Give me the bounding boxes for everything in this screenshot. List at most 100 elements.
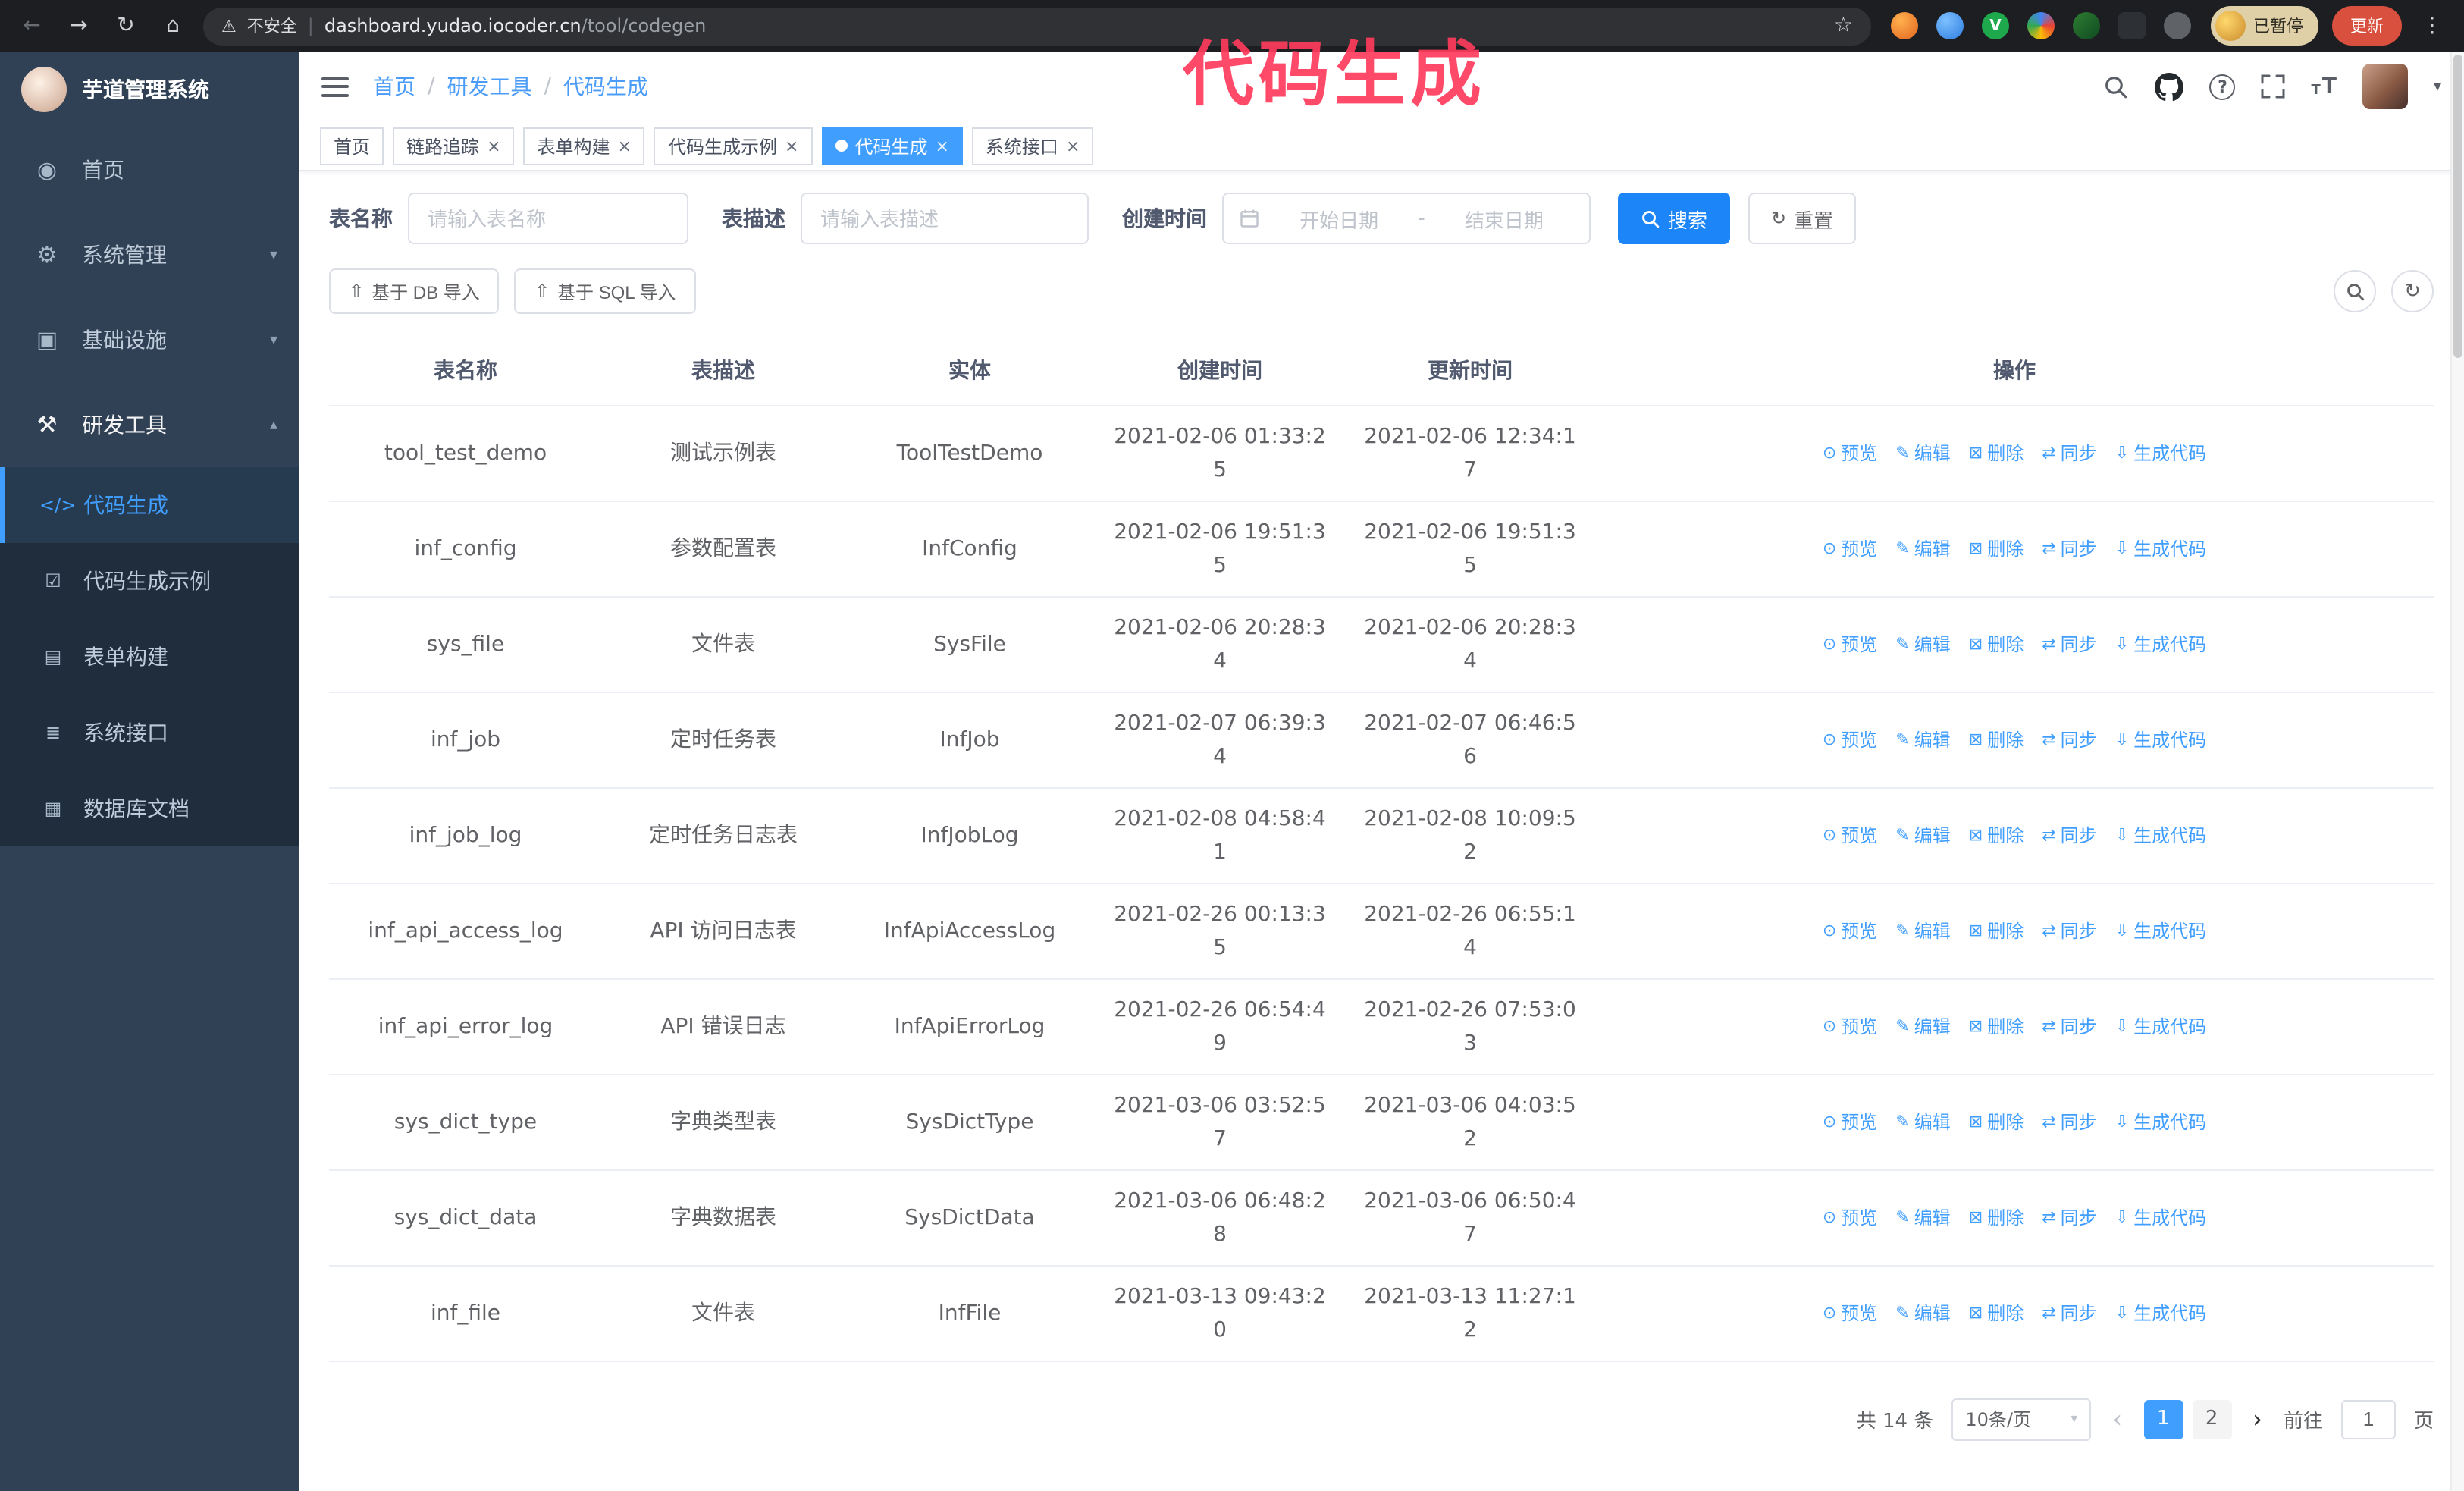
page-button[interactable]: 2 <box>2192 1399 2232 1439</box>
sidebar-subitem-codegen-example[interactable]: ☑ 代码生成示例 <box>0 543 299 619</box>
action-delete[interactable]: ⊠ 删除 <box>1969 1106 2024 1139</box>
tab-codegen-example[interactable]: 代码生成示例 × <box>654 127 813 165</box>
date-range-picker[interactable]: 开始日期 - 结束日期 <box>1222 193 1591 244</box>
browser-profile-chip[interactable]: 已暂停 <box>2211 6 2318 46</box>
action-delete[interactable]: ⊠ 删除 <box>1969 1297 2024 1330</box>
table-desc-input[interactable] <box>801 193 1089 244</box>
action-sync[interactable]: ⇄ 同步 <box>2042 724 2096 757</box>
tab-form-builder[interactable]: 表单构建 × <box>523 127 645 165</box>
browser-update-button[interactable]: 更新 <box>2332 6 2402 46</box>
action-delete[interactable]: ⊠ 删除 <box>1969 628 2024 661</box>
browser-menu-icon[interactable]: ⋮ <box>2415 9 2449 42</box>
action-preview[interactable]: ⊙ 预览 <box>1823 1010 1877 1044</box>
action-generate[interactable]: ⇩ 生成代码 <box>2115 532 2206 566</box>
scrollbar-thumb[interactable] <box>2453 55 2462 358</box>
close-icon[interactable]: × <box>935 136 948 155</box>
action-generate[interactable]: ⇩ 生成代码 <box>2115 628 2206 661</box>
action-delete[interactable]: ⊠ 删除 <box>1969 532 2024 566</box>
github-icon[interactable] <box>2155 72 2184 101</box>
action-delete[interactable]: ⊠ 删除 <box>1969 915 2024 948</box>
action-preview[interactable]: ⊙ 预览 <box>1823 628 1877 661</box>
close-icon[interactable]: × <box>487 136 500 155</box>
next-page-button[interactable]: › <box>2249 1405 2265 1433</box>
action-generate[interactable]: ⇩ 生成代码 <box>2115 1201 2206 1235</box>
action-sync[interactable]: ⇄ 同步 <box>2042 1297 2096 1330</box>
action-sync[interactable]: ⇄ 同步 <box>2042 1010 2096 1044</box>
breadcrumb-item[interactable]: 研发工具 <box>447 71 531 102</box>
action-sync[interactable]: ⇄ 同步 <box>2042 437 2096 470</box>
action-generate[interactable]: ⇩ 生成代码 <box>2115 819 2206 852</box>
close-icon[interactable]: × <box>1066 136 1080 155</box>
action-preview[interactable]: ⊙ 预览 <box>1823 1201 1877 1235</box>
import-sql-button[interactable]: ⇧ 基于 SQL 导入 <box>514 268 696 314</box>
sidebar-item-infrastructure[interactable]: ▣ 基础设施 ▾ <box>0 297 299 382</box>
search-icon[interactable] <box>2104 74 2130 99</box>
browser-reload-icon[interactable]: ↻ <box>109 9 143 42</box>
sidebar-subitem-db-doc[interactable]: ▦ 数据库文档 <box>0 771 299 846</box>
extension-icon[interactable]: V <box>1982 12 2009 39</box>
breadcrumb-item[interactable]: 首页 <box>373 71 415 102</box>
page-size-select[interactable]: 10条/页 ▾ <box>1951 1398 2092 1440</box>
security-label[interactable]: 不安全 <box>247 14 297 38</box>
prev-page-button[interactable]: ‹ <box>2109 1405 2125 1433</box>
sidebar-item-devtools[interactable]: ⚒ 研发工具 ▴ <box>0 382 299 467</box>
action-generate[interactable]: ⇩ 生成代码 <box>2115 437 2206 470</box>
action-edit[interactable]: ✎ 编辑 <box>1895 1010 1950 1044</box>
address-bar[interactable]: ⚠ 不安全 | dashboard.yudao.iocoder.cn/tool/… <box>203 7 1871 45</box>
extension-icon[interactable] <box>2073 12 2100 39</box>
sidebar-item-home[interactable]: ◉ 首页 <box>0 127 299 212</box>
action-delete[interactable]: ⊠ 删除 <box>1969 1010 2024 1044</box>
action-edit[interactable]: ✎ 编辑 <box>1895 819 1950 852</box>
action-edit[interactable]: ✎ 编辑 <box>1895 1106 1950 1139</box>
action-generate[interactable]: ⇩ 生成代码 <box>2115 915 2206 948</box>
action-sync[interactable]: ⇄ 同步 <box>2042 1201 2096 1235</box>
action-delete[interactable]: ⊠ 删除 <box>1969 819 2024 852</box>
action-edit[interactable]: ✎ 编辑 <box>1895 915 1950 948</box>
action-generate[interactable]: ⇩ 生成代码 <box>2115 1106 2206 1139</box>
user-avatar[interactable] <box>2362 64 2408 109</box>
action-sync[interactable]: ⇄ 同步 <box>2042 1106 2096 1139</box>
browser-home-icon[interactable]: ⌂ <box>156 9 190 42</box>
action-edit[interactable]: ✎ 编辑 <box>1895 532 1950 566</box>
extension-icon[interactable] <box>2118 12 2146 39</box>
action-preview[interactable]: ⊙ 预览 <box>1823 532 1877 566</box>
action-delete[interactable]: ⊠ 删除 <box>1969 1201 2024 1235</box>
bookmark-star-icon[interactable]: ☆ <box>1834 14 1853 38</box>
action-preview[interactable]: ⊙ 预览 <box>1823 819 1877 852</box>
import-db-button[interactable]: ⇧ 基于 DB 导入 <box>329 268 500 314</box>
page-button[interactable]: 1 <box>2143 1399 2183 1439</box>
action-delete[interactable]: ⊠ 删除 <box>1969 437 2024 470</box>
action-preview[interactable]: ⊙ 预览 <box>1823 1106 1877 1139</box>
search-toggle-button[interactable] <box>2334 270 2376 312</box>
chevron-down-icon[interactable]: ▾ <box>2434 78 2441 95</box>
action-edit[interactable]: ✎ 编辑 <box>1895 628 1950 661</box>
browser-back-icon[interactable]: ← <box>15 9 49 42</box>
hamburger-icon[interactable] <box>321 77 349 96</box>
action-generate[interactable]: ⇩ 生成代码 <box>2115 1297 2206 1330</box>
puzzle-extension-icon[interactable] <box>2164 12 2191 39</box>
close-icon[interactable]: × <box>618 136 632 155</box>
app-logo[interactable]: 芋道管理系统 <box>0 52 299 127</box>
refresh-table-button[interactable]: ↻ <box>2391 270 2434 312</box>
tab-tracing[interactable]: 链路追踪 × <box>393 127 515 165</box>
sidebar-subitem-codegen[interactable]: </> 代码生成 <box>0 467 299 543</box>
sidebar-subitem-api[interactable]: ≣ 系统接口 <box>0 695 299 771</box>
extension-icon[interactable] <box>1891 12 1918 39</box>
action-sync[interactable]: ⇄ 同步 <box>2042 532 2096 566</box>
sidebar-item-system[interactable]: ⚙ 系统管理 ▾ <box>0 212 299 297</box>
tab-home[interactable]: 首页 <box>320 127 384 165</box>
action-sync[interactable]: ⇄ 同步 <box>2042 628 2096 661</box>
table-name-input[interactable] <box>408 193 688 244</box>
action-preview[interactable]: ⊙ 预览 <box>1823 724 1877 757</box>
help-icon[interactable]: ? <box>2209 74 2236 99</box>
sidebar-subitem-form-builder[interactable]: ▤ 表单构建 <box>0 619 299 695</box>
goto-page-input[interactable] <box>2340 1399 2396 1439</box>
action-edit[interactable]: ✎ 编辑 <box>1895 437 1950 470</box>
action-delete[interactable]: ⊠ 删除 <box>1969 724 2024 757</box>
extension-icon[interactable] <box>2027 12 2055 39</box>
reset-button[interactable]: ↻ 重置 <box>1748 193 1857 244</box>
breadcrumb-item[interactable]: 代码生成 <box>563 71 648 102</box>
action-generate[interactable]: ⇩ 生成代码 <box>2115 1010 2206 1044</box>
extension-icon[interactable] <box>1936 12 1964 39</box>
action-edit[interactable]: ✎ 编辑 <box>1895 1201 1950 1235</box>
